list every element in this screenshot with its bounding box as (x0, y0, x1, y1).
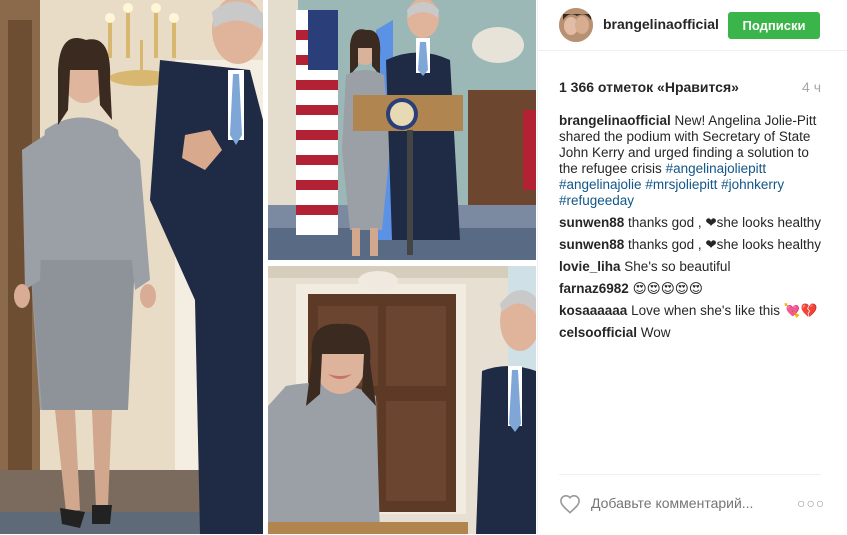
comment-text: thanks god , ❤she looks healthy (628, 215, 821, 230)
comment-text: Love when she's like this 💘💔 (631, 303, 818, 318)
caption: brangelinaofficial New! Angelina Jolie-P… (559, 113, 829, 209)
comment-text: She's so beautiful (624, 259, 731, 274)
comment-user[interactable]: lovie_liha (559, 259, 621, 274)
list-item: sunwen88 thanks god , ❤she looks healthy (559, 215, 829, 231)
likes-count[interactable]: 1 366 отметок «Нравится» (559, 79, 739, 95)
comment-text: thanks god , ❤she looks healthy (628, 237, 821, 252)
photo-panel-top-right (268, 0, 536, 260)
comment-user[interactable]: kosaaaaaa (559, 303, 627, 318)
comment-text: Wow (640, 325, 671, 340)
comment-input[interactable] (591, 492, 781, 514)
comment-user[interactable]: sunwen88 (559, 215, 624, 230)
comment-user[interactable]: farnaz6982 (559, 281, 629, 296)
caption-user[interactable]: brangelinaofficial (559, 113, 671, 128)
post-photo[interactable] (0, 0, 537, 534)
list-item: farnaz6982 😍😍😍😍😍 (559, 281, 829, 297)
post-header: brangelinaofficial Подписки (538, 0, 847, 51)
comment-text: 😍😍😍😍😍 (632, 281, 703, 296)
post-sidebar: brangelinaofficial Подписки 1 366 отмето… (537, 0, 847, 534)
more-options-icon[interactable]: ○○○ (797, 495, 824, 511)
list-item: kosaaaaaa Love when she's like this 💘💔 (559, 303, 829, 319)
comment-user[interactable]: celsoofficial (559, 325, 637, 340)
photo-panel-left (0, 0, 263, 534)
username-link[interactable]: brangelinaofficial (603, 16, 719, 32)
list-item: lovie_liha She's so beautiful (559, 259, 829, 275)
comments-list: brangelinaofficial New! Angelina Jolie-P… (559, 113, 829, 347)
likes-row: 1 366 отметок «Нравится» 4 ч (559, 79, 821, 97)
heart-icon[interactable] (559, 494, 581, 514)
comment-footer: ○○○ (559, 474, 824, 535)
comment-user[interactable]: sunwen88 (559, 237, 624, 252)
list-item: sunwen88 thanks god , ❤she looks healthy (559, 237, 829, 253)
post-time[interactable]: 4 ч (802, 79, 821, 95)
photo-panel-bottom-right (268, 266, 536, 534)
list-item: celsoofficial Wow (559, 325, 829, 341)
follow-button[interactable]: Подписки (728, 12, 820, 39)
avatar[interactable] (559, 8, 593, 42)
